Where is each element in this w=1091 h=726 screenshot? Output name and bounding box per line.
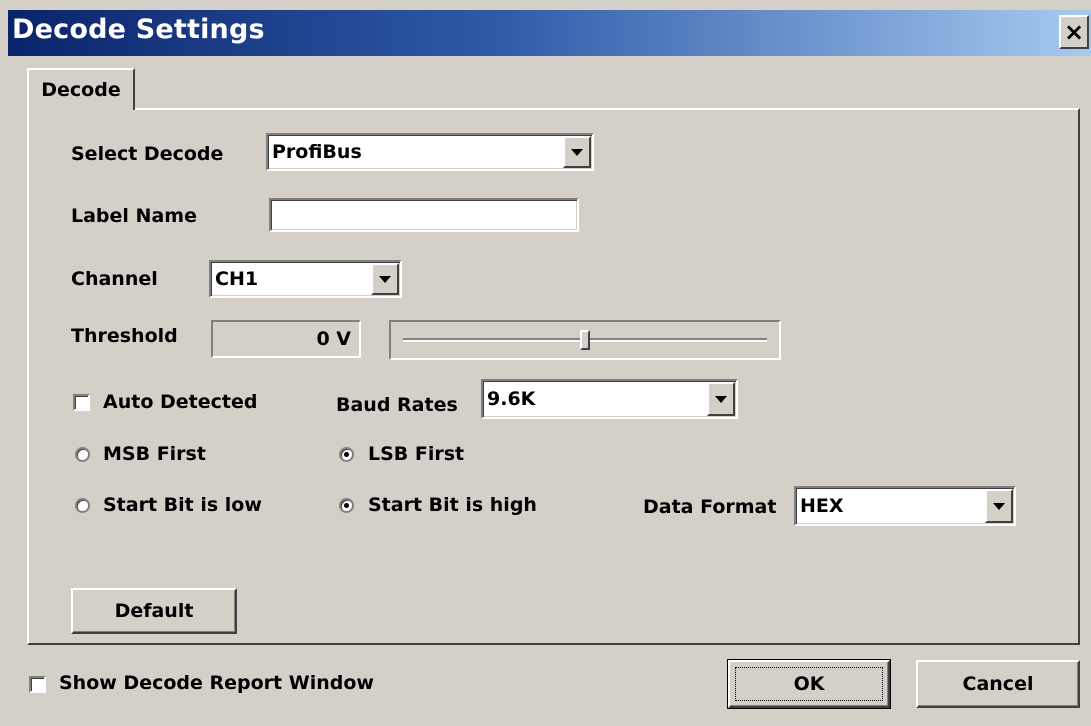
chevron-down-icon [715,395,727,403]
lsb-first-label: LSB First [368,443,465,465]
baud-rates-dropdown[interactable]: 9.6K [481,379,738,419]
channel-arrow-button[interactable] [371,263,399,295]
data-format-dropdown[interactable]: HEX [794,486,1016,526]
chevron-down-icon [379,275,391,283]
chevron-down-icon [571,148,583,156]
channel-value: CH1 [215,268,259,290]
data-format-label: Data Format [643,496,777,518]
auto-detected-checkbox[interactable] [73,394,90,411]
channel-label: Channel [71,268,158,290]
show-decode-report-label: Show Decode Report Window [59,672,374,694]
auto-detected-label: Auto Detected [103,391,258,413]
select-decode-arrow-button[interactable] [563,136,591,168]
cancel-button[interactable]: Cancel [916,660,1080,708]
start-bit-low-radio[interactable] [75,498,90,513]
select-decode-dropdown[interactable]: ProfiBus [266,133,594,171]
lsb-first-radio[interactable] [339,447,354,462]
msb-first-radio[interactable] [75,447,90,462]
default-button-label: Default [114,600,194,622]
tab-decode[interactable]: Decode [27,68,135,110]
start-bit-high-radio[interactable] [339,498,354,513]
title-bar: Decode Settings × [0,0,1091,70]
close-icon: × [1063,18,1085,46]
cancel-button-label: Cancel [962,673,1034,695]
data-format-value: HEX [800,495,844,517]
threshold-label: Threshold [71,325,178,347]
threshold-value: 0 V [316,328,351,350]
close-button[interactable]: × [1059,15,1089,49]
threshold-slider-thumb[interactable] [580,330,590,350]
msb-first-label: MSB First [103,443,206,465]
default-button[interactable]: Default [71,588,237,634]
start-bit-low-label: Start Bit is low [103,494,262,516]
ok-button[interactable]: OK [727,659,891,709]
baud-rates-value: 9.6K [487,388,536,410]
select-decode-label: Select Decode [71,143,224,165]
show-decode-report-checkbox[interactable] [29,676,46,693]
baud-rates-label: Baud Rates [336,394,458,416]
label-name-input[interactable] [269,198,579,232]
channel-dropdown[interactable]: CH1 [209,260,402,298]
tab-decode-label: Decode [41,79,121,101]
threshold-value-field: 0 V [211,320,361,358]
start-bit-high-label: Start Bit is high [368,494,537,516]
ok-focus-rect [735,667,883,701]
decode-panel: Select Decode ProfiBus Label Name Channe… [27,108,1080,645]
chevron-down-icon [993,502,1005,510]
window-title: Decode Settings [12,14,265,45]
threshold-slider[interactable] [389,320,781,360]
baud-rates-arrow-button[interactable] [707,382,735,416]
label-name-label: Label Name [71,205,197,227]
select-decode-value: ProfiBus [272,141,362,163]
data-format-arrow-button[interactable] [985,489,1013,523]
